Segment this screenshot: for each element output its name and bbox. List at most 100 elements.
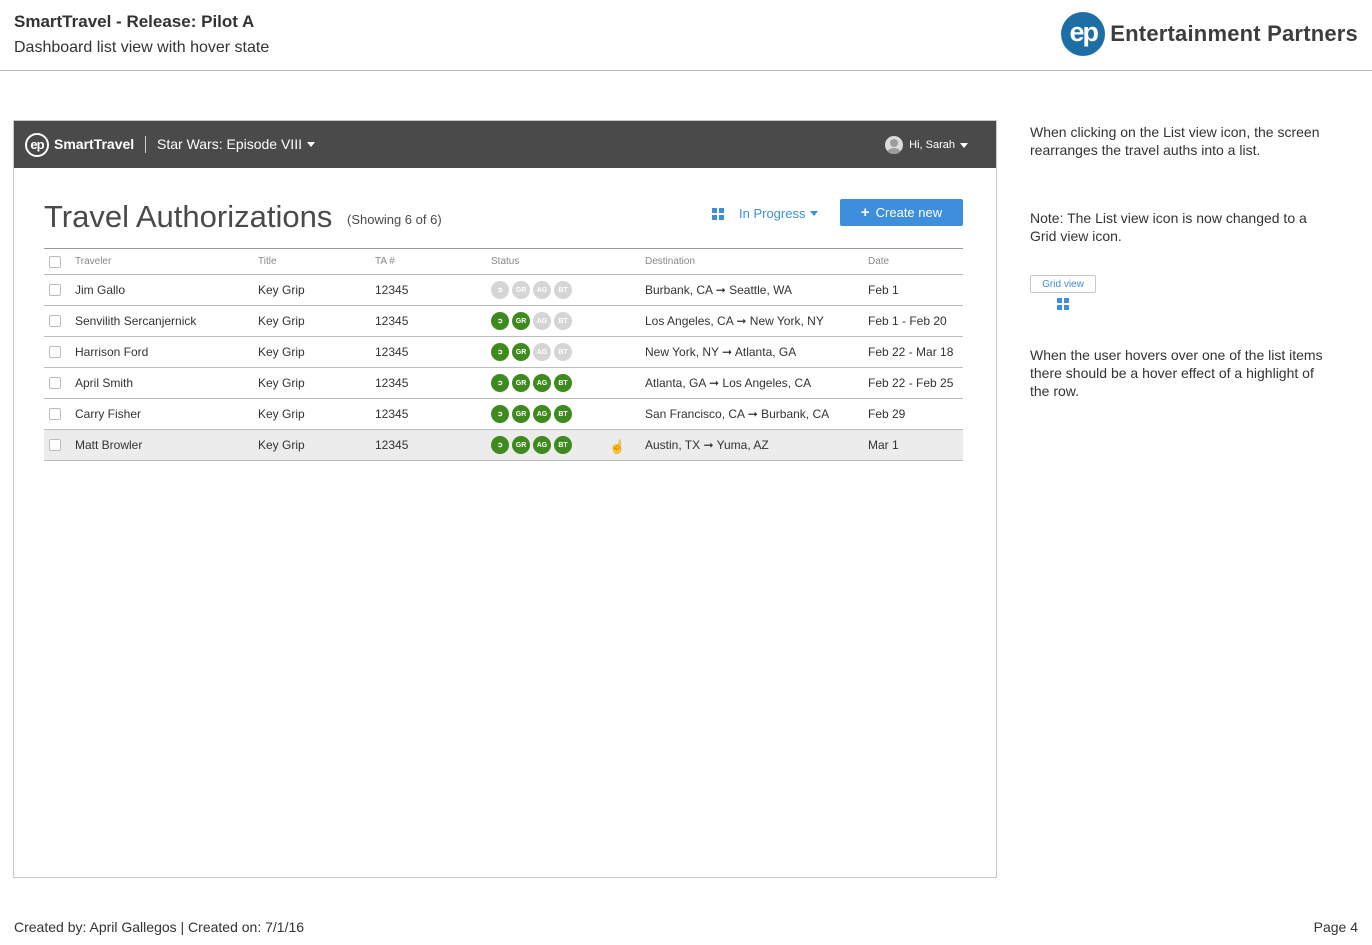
status-badge: AG xyxy=(533,436,551,454)
submitted-status-icon: ➲ xyxy=(491,281,509,299)
table-row[interactable]: Carry Fisher Key Grip 12345 San Francisco, … xyxy=(44,399,963,430)
traveler-name: Harrison Ford xyxy=(75,345,149,359)
status-badges: ➲ GR AG BT xyxy=(491,399,575,429)
caret-down-icon xyxy=(306,141,315,147)
status-badge: GR xyxy=(512,281,530,299)
table-body: Jim Gallo Key Grip 12345 Burbank, CA ➞ Seat… xyxy=(44,275,963,461)
traveler-name: April Smith xyxy=(75,376,134,390)
table-row[interactable]: Harrison Ford Key Grip 12345 New York, NY ➞… xyxy=(44,337,963,368)
status-badges: ➲ GR AG BT xyxy=(491,337,575,367)
status-badge: BT xyxy=(554,436,572,454)
travel-authorizations-table: Traveler Title TA # Status Destination D… xyxy=(44,248,963,461)
status-badge: GR xyxy=(512,343,530,361)
traveler-title: Key Grip xyxy=(258,376,305,390)
page-title: Travel Authorizations xyxy=(44,199,333,234)
user-menu[interactable]: Hi, Sarah xyxy=(885,136,968,154)
ep-logo-icon: ep xyxy=(1061,12,1106,56)
ta-number: 12345 xyxy=(375,345,409,359)
table-row[interactable]: Jim Gallo Key Grip 12345 Burbank, CA ➞ Seat… xyxy=(44,275,963,306)
row-checkbox[interactable] xyxy=(49,346,61,358)
plus-icon: + xyxy=(860,204,870,221)
ta-number: 12345 xyxy=(375,314,409,328)
travel-date: Feb 29 xyxy=(868,407,906,421)
column-header-destination[interactable]: Destination xyxy=(645,249,695,274)
ta-number: 12345 xyxy=(375,283,409,297)
footer-credits: Created by: April Gallegos | Created on:… xyxy=(14,919,305,935)
travel-date: Feb 1 - Feb 20 xyxy=(868,314,947,328)
destination: San Francisco, CA ➞ Burbank, CA xyxy=(645,407,830,421)
travel-date: Feb 22 - Mar 18 xyxy=(868,345,954,359)
project-name: Star Wars: Episode VIII xyxy=(157,136,302,152)
column-header-title[interactable]: Title xyxy=(258,249,277,274)
document-subtitle: Dashboard list view with hover state xyxy=(14,39,270,56)
travel-date: Mar 1 xyxy=(868,438,899,452)
column-header-ta[interactable]: TA # xyxy=(375,249,395,274)
traveler-name: Jim Gallo xyxy=(75,283,126,297)
status-badges: ➲ GR AG BT xyxy=(491,306,575,336)
status-badge: AG xyxy=(533,312,551,330)
project-selector[interactable]: Star Wars: Episode VIII xyxy=(157,136,315,152)
status-badge: BT xyxy=(554,312,572,330)
table-row[interactable]: April Smith Key Grip 12345 Atlanta, GA ➞ Lo… xyxy=(44,368,963,399)
status-badge: AG xyxy=(533,343,551,361)
create-new-label: Create new xyxy=(875,205,943,220)
column-header-status[interactable]: Status xyxy=(491,249,519,274)
result-count: (Showing 6 of 6) xyxy=(347,212,442,227)
row-checkbox[interactable] xyxy=(49,284,61,296)
submitted-status-icon: ➲ xyxy=(491,374,509,392)
status-badge: GR xyxy=(512,436,530,454)
status-filter-dropdown[interactable]: In Progress xyxy=(739,206,819,221)
destination: Los Angeles, CA ➞ New York, NY xyxy=(645,314,824,328)
traveler-name: Carry Fisher xyxy=(75,407,142,421)
status-badge: AG xyxy=(533,405,551,423)
ta-number: 12345 xyxy=(375,407,409,421)
caret-down-icon xyxy=(810,211,819,216)
submitted-status-icon: ➲ xyxy=(491,405,509,423)
app-window: ep SmartTravel Star Wars: Episode VIII H… xyxy=(13,120,997,878)
caret-down-icon xyxy=(960,142,968,148)
row-checkbox[interactable] xyxy=(49,439,61,451)
traveler-name: Senvilith Sercanjernick xyxy=(75,314,197,328)
row-checkbox[interactable] xyxy=(49,315,61,327)
table-row[interactable]: Matt Browler Key Grip 12345 Austin, TX ➞ Yu… xyxy=(44,430,963,461)
app-name[interactable]: SmartTravel xyxy=(54,136,134,152)
traveler-title: Key Grip xyxy=(258,314,305,328)
brand: ep Entertainment Partners xyxy=(1061,12,1358,56)
annotation-note: When the user hovers over one of the lis… xyxy=(1030,347,1323,399)
status-badge: GR xyxy=(512,405,530,423)
hand-cursor-icon: ☝ xyxy=(609,439,626,454)
status-badge: BT xyxy=(554,405,572,423)
status-badge: GR xyxy=(512,312,530,330)
select-all-checkbox[interactable] xyxy=(49,255,61,268)
traveler-title: Key Grip xyxy=(258,283,305,297)
ta-number: 12345 xyxy=(375,376,409,390)
submitted-status-icon: ➲ xyxy=(491,312,509,330)
status-badges: ➲ GR AG BT xyxy=(491,275,575,305)
row-checkbox[interactable] xyxy=(49,408,61,420)
status-badge: AG xyxy=(533,374,551,392)
document-title: SmartTravel - Release: Pilot A xyxy=(14,12,255,31)
status-badge: BT xyxy=(554,281,572,299)
status-badges: ➲ GR AG BT xyxy=(491,368,575,398)
column-header-date[interactable]: Date xyxy=(868,249,889,274)
status-badge: BT xyxy=(554,343,572,361)
avatar xyxy=(885,136,904,154)
destination: Atlanta, GA ➞ Los Angeles, CA xyxy=(645,376,812,390)
traveler-title: Key Grip xyxy=(258,438,305,452)
column-header-traveler[interactable]: Traveler xyxy=(75,249,111,274)
status-filter-label: In Progress xyxy=(739,206,806,221)
smarttravel-logo-icon[interactable]: ep xyxy=(25,133,49,157)
row-checkbox[interactable] xyxy=(49,377,61,389)
table-row[interactable]: Senvilith Sercanjernick Key Grip 12345 Los … xyxy=(44,306,963,337)
destination: New York, NY ➞ Atlanta, GA xyxy=(645,345,797,359)
traveler-title: Key Grip xyxy=(258,407,305,421)
divider xyxy=(145,136,146,153)
grid-view-toggle-icon[interactable] xyxy=(712,208,724,220)
traveler-title: Key Grip xyxy=(258,345,305,359)
submitted-status-icon: ➲ xyxy=(491,343,509,361)
page-number: Page 4 xyxy=(1313,919,1358,935)
destination: Austin, TX ➞ Yuma, AZ xyxy=(645,438,769,452)
create-new-button[interactable]: + Create new xyxy=(840,199,963,226)
destination: Burbank, CA ➞ Seattle, WA xyxy=(645,283,793,297)
travel-date: Feb 22 - Feb 25 xyxy=(868,376,954,390)
